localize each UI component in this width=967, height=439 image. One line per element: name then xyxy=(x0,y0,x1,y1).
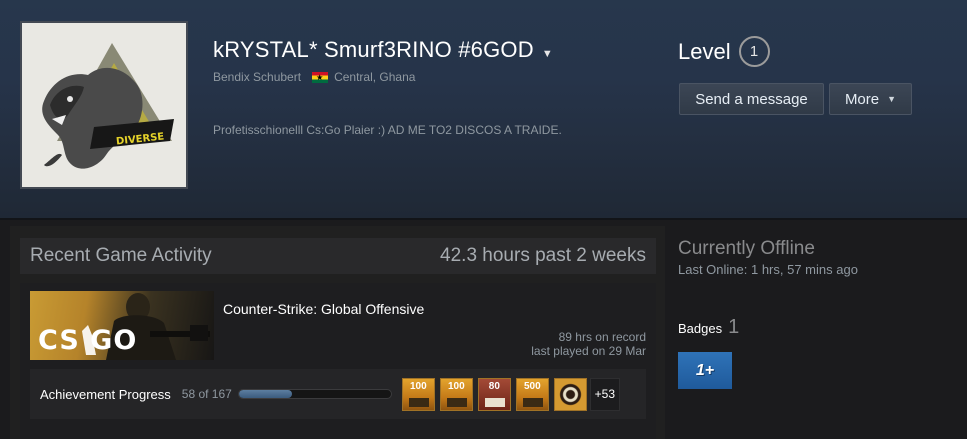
profile-subline: Bendix Schubert Central, Ghana xyxy=(213,70,416,85)
achievement-icons: 100 100 80 500 xyxy=(401,377,587,411)
persona-name: kRYSTAL* Smurf3RINO #6GOD xyxy=(213,37,534,62)
profile-summary: Profetisschionelll Cs:Go Plaier :) AD ME… xyxy=(213,123,562,137)
recent-activity-title: Recent Game Activity xyxy=(30,245,212,266)
send-message-label: Send a message xyxy=(695,90,808,108)
last-played: last played on 29 Mar xyxy=(531,344,646,358)
name-history-dropdown-icon[interactable]: ▼ xyxy=(542,48,553,60)
badges-label: Badges xyxy=(678,321,723,336)
level-label: Level xyxy=(678,38,731,64)
rifle-glyph-icon xyxy=(522,397,543,407)
more-label: More xyxy=(844,90,880,108)
game-stats: 89 hrs on record last played on 29 Mar xyxy=(440,330,646,358)
level-display[interactable]: Level 1 xyxy=(678,36,770,67)
online-status-title: Currently Offline xyxy=(678,238,815,259)
pistol-100-icon[interactable]: 100 xyxy=(401,377,435,411)
game-name-link[interactable]: Counter-Strike: Global Offensive xyxy=(223,301,424,317)
achievement-progress-track xyxy=(237,389,392,399)
persona-name-row[interactable]: kRYSTAL* Smurf3RINO #6GOD ▼ xyxy=(213,37,553,63)
achievement-progress-bar: Achievement Progress 58 of 167 100 100 8… xyxy=(30,369,646,419)
achievement-icon-label: 80 xyxy=(488,380,500,392)
achievement-progress-fill xyxy=(238,390,292,398)
pistol-glyph-icon xyxy=(408,397,429,407)
panther-avatar-icon xyxy=(42,43,174,169)
location: Central, Ghana xyxy=(334,70,416,84)
years-of-service-badge-icon[interactable]: 1+ xyxy=(678,352,732,389)
achievement-icon-label: 500 xyxy=(523,380,541,392)
send-message-button[interactable]: Send a message xyxy=(679,83,824,115)
profile-header: DIVERSE kRYSTAL* Smurf3RINO #6GOD ▼ Bend… xyxy=(0,0,967,220)
achievement-icon-label: 100 xyxy=(447,380,465,392)
ghana-flag-icon xyxy=(312,70,329,85)
avatar-frame[interactable]: DIVERSE xyxy=(20,21,188,189)
achievement-count: 58 of 167 xyxy=(181,387,232,401)
avatar[interactable]: DIVERSE xyxy=(22,23,186,187)
recent-activity-header: Recent Game Activity 42.3 hours past 2 w… xyxy=(20,238,656,274)
smg-100-icon[interactable]: 100 xyxy=(439,377,473,411)
game-capsule-image[interactable]: CS GO xyxy=(30,291,214,360)
badges-count: 1 xyxy=(728,316,740,338)
level-badge[interactable]: 1 xyxy=(738,36,770,67)
badges-heading[interactable]: Badges 1 xyxy=(678,316,739,339)
last-online-text: Last Online: 1 hrs, 57 mins ago xyxy=(678,262,858,277)
more-achievements-button[interactable]: +53 xyxy=(589,377,620,411)
more-button[interactable]: More ▼ xyxy=(829,83,912,115)
recent-activity-hours: 42.3 hours past 2 weeks xyxy=(440,245,646,266)
target-icon[interactable] xyxy=(553,377,587,411)
chevron-down-icon: ▼ xyxy=(887,94,897,104)
real-name: Bendix Schubert xyxy=(213,70,302,84)
smg-glyph-icon xyxy=(446,397,467,407)
csgo-logo: CS GO xyxy=(38,325,138,356)
rifle-500-icon[interactable]: 500 xyxy=(515,377,549,411)
hours-on-record: 89 hrs on record xyxy=(558,330,646,344)
achievement-progress-label[interactable]: Achievement Progress xyxy=(40,387,171,402)
badge-tile-text: 1+ xyxy=(695,361,715,379)
shotgun-80-icon[interactable]: 80 xyxy=(477,377,511,411)
shotgun-glyph-icon xyxy=(484,397,505,407)
achievement-icon-label: 100 xyxy=(409,380,427,392)
